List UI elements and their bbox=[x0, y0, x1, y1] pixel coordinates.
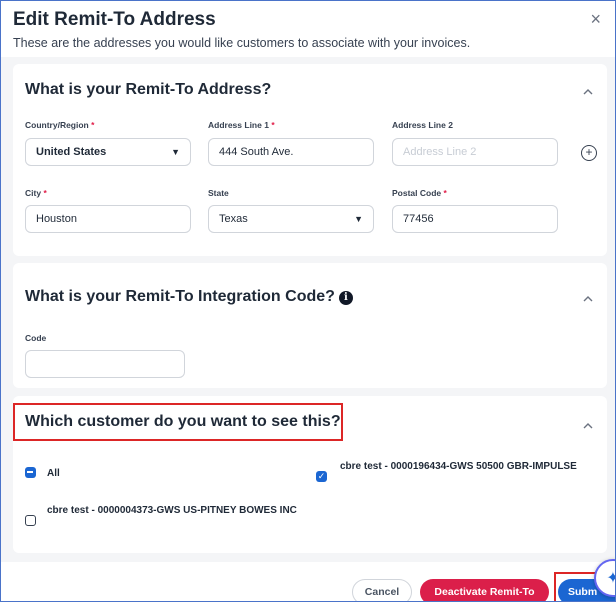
customer-section-title: Which customer do you want to see this? bbox=[25, 413, 341, 430]
address-line-1-label: Address Line 1 * bbox=[208, 120, 275, 130]
state-select[interactable]: Texas ▼ bbox=[208, 205, 374, 233]
address-line-1-input[interactable]: 444 South Ave. bbox=[208, 138, 374, 166]
plus-circle-icon[interactable]: + bbox=[581, 145, 597, 161]
address-line-2-label: Address Line 2 bbox=[392, 120, 453, 130]
address-card: What is your Remit-To Address? Country/R… bbox=[13, 64, 607, 256]
integration-card: What is your Remit-To Integration Code? i… bbox=[13, 263, 607, 388]
code-label: Code bbox=[25, 333, 47, 343]
country-select[interactable]: United States ▼ bbox=[25, 138, 191, 166]
postal-code-label: Postal Code * bbox=[392, 188, 447, 198]
city-label: City * bbox=[25, 188, 47, 198]
country-label: Country/Region * bbox=[25, 120, 95, 130]
all-checkbox[interactable] bbox=[25, 467, 36, 478]
deactivate-remit-to-button[interactable]: Deactivate Remit-To bbox=[420, 579, 549, 601]
code-input[interactable] bbox=[25, 350, 185, 378]
chevron-up-icon[interactable] bbox=[583, 291, 593, 305]
address-line-2-input[interactable]: Address Line 2 bbox=[392, 138, 558, 166]
modal-body[interactable]: What is your Remit-To Address? Country/R… bbox=[1, 57, 615, 562]
state-label: State bbox=[208, 188, 229, 198]
caret-down-icon: ▼ bbox=[354, 214, 363, 224]
modal-title: Edit Remit-To Address bbox=[13, 9, 216, 30]
checkbox-label-customer-2: cbre test - 0000004373-GWS US-PITNEY BOW… bbox=[47, 505, 297, 516]
chevron-up-icon[interactable] bbox=[583, 84, 593, 98]
caret-down-icon: ▼ bbox=[171, 147, 180, 157]
modal-subtitle: These are the addresses you would like c… bbox=[13, 36, 471, 50]
postal-code-input[interactable]: 77456 bbox=[392, 205, 558, 233]
checkbox-label-customer-1: cbre test - 0000196434-GWS 50500 GBR-IMP… bbox=[340, 461, 577, 472]
city-input[interactable]: Houston bbox=[25, 205, 191, 233]
customer-checkbox-1[interactable]: ✓ bbox=[316, 471, 327, 482]
modal-footer: Cancel Deactivate Remit-To Subm bbox=[1, 562, 615, 601]
cancel-button[interactable]: Cancel bbox=[352, 579, 412, 601]
integration-section-title: What is your Remit-To Integration Code? i bbox=[25, 288, 353, 306]
close-icon[interactable]: × bbox=[590, 9, 601, 30]
address-section-title: What is your Remit-To Address? bbox=[25, 81, 272, 98]
checkbox-label-all: All bbox=[47, 468, 60, 479]
info-icon[interactable]: i bbox=[338, 291, 353, 305]
customer-card: Which customer do you want to see this? … bbox=[13, 396, 607, 553]
chevron-up-icon[interactable] bbox=[583, 418, 593, 432]
edit-remit-to-modal: Edit Remit-To Address These are the addr… bbox=[0, 0, 616, 602]
customer-checkbox-2[interactable] bbox=[25, 515, 36, 526]
